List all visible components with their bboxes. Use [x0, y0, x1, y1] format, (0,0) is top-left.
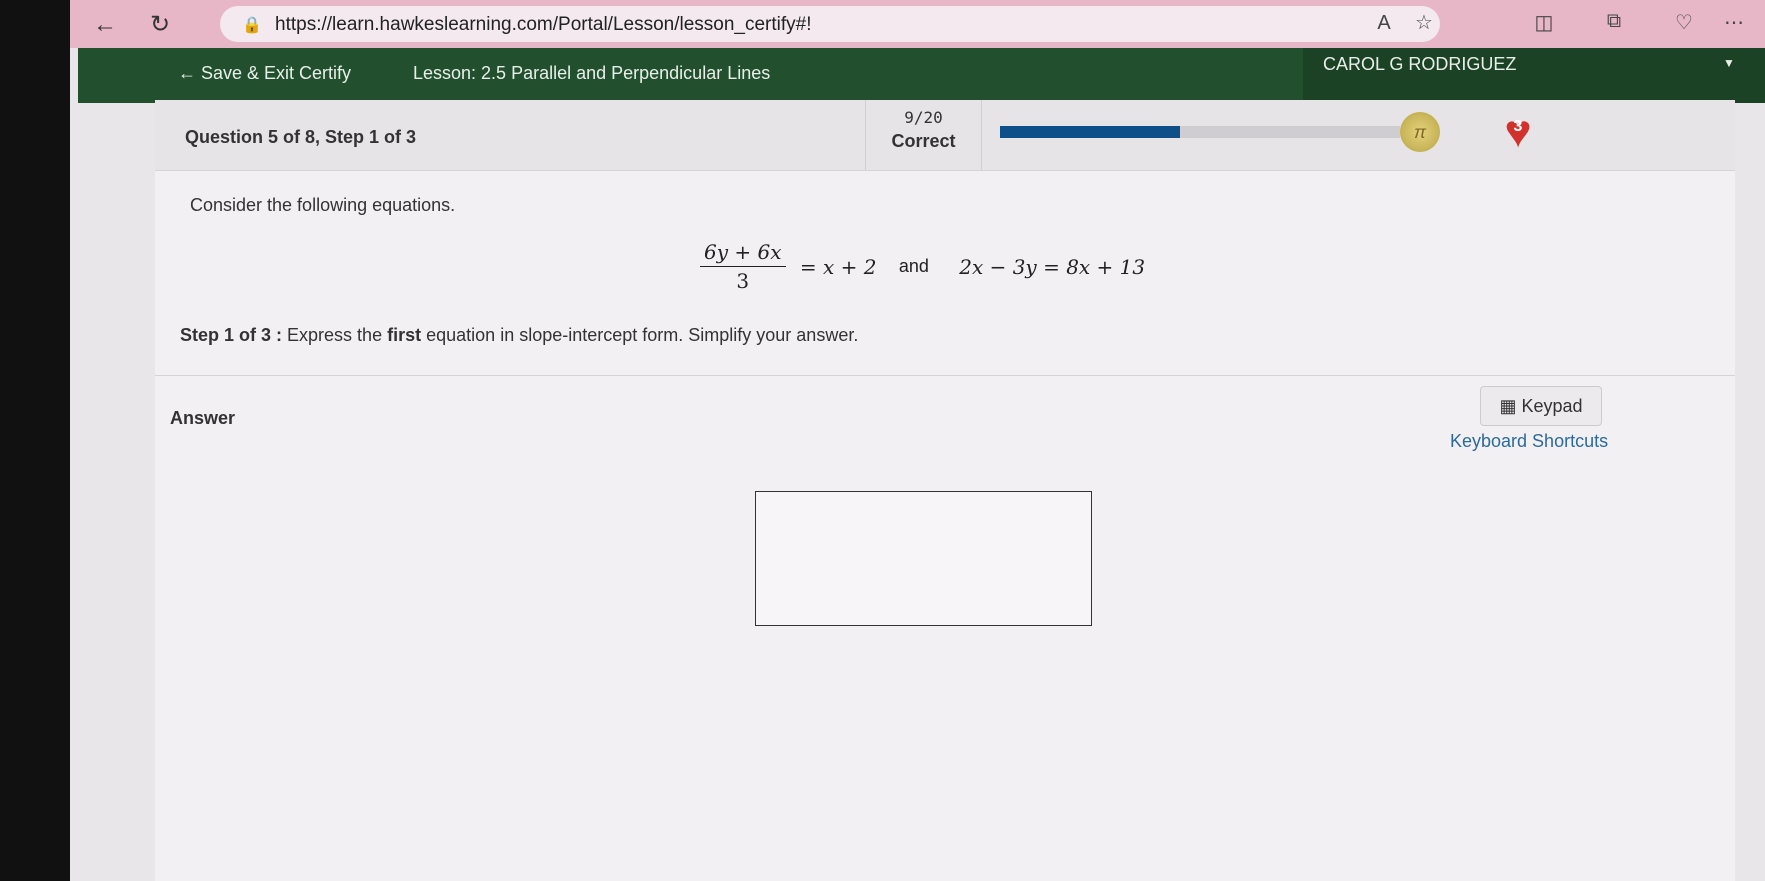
user-menu[interactable]: CAROL G RODRIGUEZ ▼	[1303, 48, 1765, 103]
answer-section: Answer ▦ Keypad Keyboard Shortcuts	[155, 375, 1735, 881]
step-text-post: equation in slope-intercept form. Simpli…	[426, 325, 859, 345]
screen: ← ↻ 🔒 https://learn.hawkeslearning.com/P…	[70, 0, 1765, 881]
numerator: 6y + 6x	[700, 240, 786, 267]
problem-intro: Consider the following equations.	[190, 195, 456, 215]
step-bold: first	[387, 325, 422, 345]
save-exit-button[interactable]: ← Save & Exit Certify	[178, 63, 351, 84]
step-instruction: Step 1 of 3 : Express the first equation…	[180, 325, 858, 346]
browser-essentials-icon[interactable]: ♡	[1670, 10, 1698, 35]
back-icon[interactable]: ←	[90, 10, 120, 40]
equation-joiner: and	[898, 256, 929, 276]
answer-label: Answer	[170, 408, 236, 428]
chevron-down-icon: ▼	[1723, 56, 1735, 70]
read-aloud-icon[interactable]: A	[1370, 12, 1398, 35]
fraction: 6y + 6x 3	[700, 240, 786, 293]
favorite-star-icon[interactable]: ☆	[1410, 10, 1438, 35]
address-bar[interactable]: 🔒 https://learn.hawkeslearning.com/Porta…	[220, 6, 1440, 42]
browser-toolbar: ← ↻ 🔒 https://learn.hawkeslearning.com/P…	[70, 0, 1765, 48]
progress-fill	[1000, 126, 1180, 138]
answer-input[interactable]	[755, 491, 1092, 626]
equation-2: 2x − 3y = 8x + 13	[959, 254, 1146, 279]
user-name: CAROL G RODRIGUEZ	[1323, 54, 1517, 74]
equations: 6y + 6x 3 = x + 2 and 2x − 3y = 8x + 13	[700, 240, 1145, 293]
collections-icon[interactable]: ⧉	[1600, 10, 1628, 33]
split-screen-icon[interactable]: ◫	[1530, 10, 1558, 35]
lives-count: 3	[1513, 118, 1523, 135]
keyboard-shortcuts-link[interactable]: Keyboard Shortcuts	[1450, 431, 1608, 452]
question-label: Question 5 of 8, Step 1 of 3	[185, 127, 417, 147]
lock-icon: 🔒	[242, 17, 262, 34]
score-box: 9/20 Correct	[865, 100, 982, 170]
keypad-label: Keypad	[1521, 396, 1583, 416]
lesson-content: Question 5 of 8, Step 1 of 3 9/20 Correc…	[155, 100, 1735, 881]
lesson-title: Lesson: 2.5 Parallel and Perpendicular L…	[413, 63, 771, 83]
score-value: 9/20	[904, 108, 943, 127]
equation-1-rhs: = x + 2	[799, 254, 877, 279]
denominator: 3	[736, 269, 750, 293]
question-bar: Question 5 of 8, Step 1 of 3 9/20 Correc…	[155, 100, 1735, 171]
url-text[interactable]: https://learn.hawkeslearning.com/Portal/…	[275, 14, 812, 36]
score-label: Correct	[891, 131, 956, 151]
step-text-pre: Express the	[287, 325, 383, 345]
progress-bar	[1000, 126, 1400, 138]
keypad-button[interactable]: ▦ Keypad	[1480, 386, 1602, 426]
app-header: ← Save & Exit Certify Lesson: 2.5 Parall…	[78, 48, 1765, 103]
coin-icon: π	[1400, 112, 1440, 152]
step-label: Step 1 of 3 :	[180, 325, 283, 345]
refresh-icon[interactable]: ↻	[145, 10, 175, 40]
calculator-icon: ▦	[1499, 396, 1517, 416]
more-menu-icon[interactable]: ⋯	[1720, 10, 1748, 35]
